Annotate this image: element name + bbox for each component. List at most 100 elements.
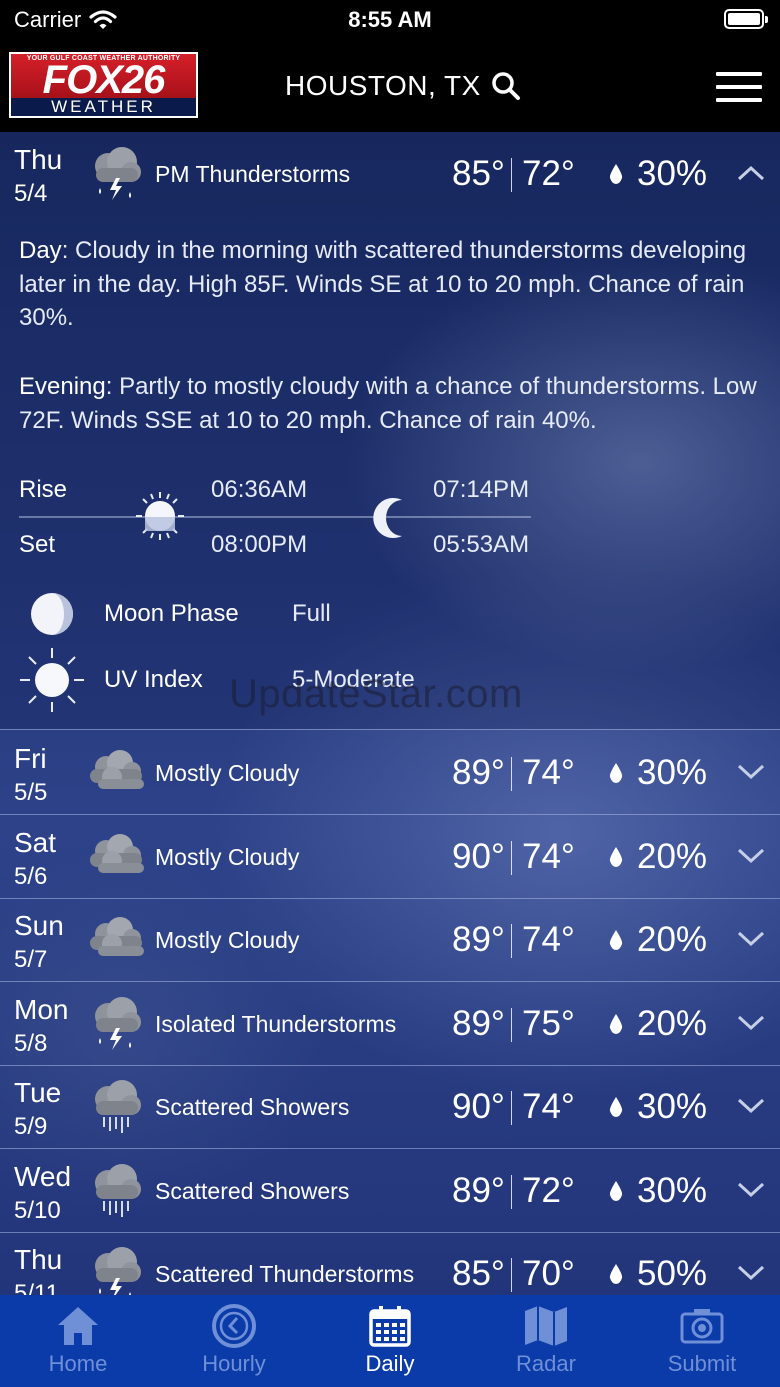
raindrop-icon <box>609 1097 623 1117</box>
evening-description: Evening: Partly to mostly cloudy with a … <box>19 370 759 437</box>
uv-index-label: UV Index <box>104 666 203 693</box>
day-name: Thu <box>14 1244 63 1275</box>
fox26-weather-logo[interactable]: YOUR GULF COAST WEATHER AUTHORITY FOX26 … <box>9 52 198 118</box>
logo-sub-text: WEATHER <box>11 98 196 116</box>
tab-daily[interactable]: Daily <box>312 1295 468 1387</box>
low-temp: 72° <box>522 1170 575 1210</box>
high-temp: 90° <box>452 836 505 876</box>
temp-divider <box>511 757 512 791</box>
precip-chance: 30% <box>637 154 708 193</box>
watermark-text: UpdateStar.com <box>229 672 523 716</box>
high-temp: 89° <box>452 1003 505 1043</box>
thunderstorm-icon <box>95 996 141 1050</box>
chevron-down-icon[interactable] <box>736 1181 766 1199</box>
condition-label: Scattered Showers <box>155 1177 350 1204</box>
rise-label: Rise <box>19 476 68 503</box>
evening-label: Evening <box>19 373 106 400</box>
raindrop-icon <box>609 846 623 867</box>
chevron-down-icon[interactable] <box>736 1014 766 1032</box>
forecast-day-row[interactable]: Mon 5/8 Isolated Thunderstorms 89° 75° 20% <box>0 982 780 1066</box>
chevron-down-icon[interactable] <box>736 1097 766 1115</box>
expanded-day-card[interactable]: Thu 5/4 PM Thunderstorms 85° 72° 30% Day… <box>0 132 780 730</box>
clock-icon <box>212 1304 256 1348</box>
forecast-day-row[interactable]: Wed 5/10 Scattered Showers 89° 72° 30% <box>0 1149 780 1233</box>
battery-icon <box>724 9 768 29</box>
day-description: Day: Cloudy in the morning with scattere… <box>19 234 759 335</box>
calendar-icon <box>369 1306 411 1347</box>
forecast-day-row[interactable]: Sun 5/7 Mostly Cloudy 89° 74° 20% <box>0 898 780 982</box>
location-selector[interactable]: HOUSTON, TX <box>285 70 521 102</box>
precip-chance: 30% <box>637 753 708 792</box>
moon-phase-label: Moon Phase <box>104 600 239 627</box>
hamburger-menu-icon[interactable] <box>716 72 762 102</box>
day-date: 5/6 <box>14 862 48 890</box>
forecast-day-row[interactable]: Tue 5/9 Scattered Showers 90° 74° 30% <box>0 1065 780 1149</box>
map-icon <box>525 1306 567 1346</box>
crescent-moon-icon <box>373 498 402 538</box>
chevron-up-icon[interactable] <box>736 164 766 182</box>
day-row-header[interactable]: Thu 5/4 PM Thunderstorms 85° 72° 30% <box>0 132 780 216</box>
showers-icon <box>95 1163 141 1217</box>
cloudy-icon <box>90 833 144 873</box>
condition-label: PM Thunderstorms <box>155 161 351 187</box>
daily-forecast-list[interactable]: Thu 5/4 PM Thunderstorms 85° 72° 30% Day… <box>0 132 780 1295</box>
sunrise-time: 06:36AM <box>211 476 308 503</box>
tab-radar-label: Radar <box>516 1351 576 1376</box>
thunderstorm-icon <box>95 1247 141 1295</box>
raindrop-icon <box>609 1013 623 1034</box>
forecast-day-row[interactable]: Thu 5/11 Scattered Thunderstorms 85° 70° 50% <box>0 1232 780 1295</box>
day-date: 5/5 <box>14 779 48 806</box>
condition-label: Scattered Showers <box>155 1094 350 1120</box>
cloudy-icon <box>90 750 144 789</box>
chevron-down-icon[interactable] <box>736 1264 766 1282</box>
chevron-down-icon[interactable] <box>736 930 766 948</box>
low-temp: 74° <box>522 836 575 876</box>
app-header: YOUR GULF COAST WEATHER AUTHORITY FOX26 … <box>0 40 780 132</box>
day-name: Mon <box>14 993 69 1025</box>
moon-phase-value: Full <box>292 600 331 627</box>
bottom-tab-bar: Home Hourly Daily Radar Submit <box>0 1295 780 1387</box>
precip-chance: 30% <box>637 1087 708 1126</box>
forecast-day-row[interactable]: Fri 5/5 Mostly Cloudy 89° 74° 30% <box>0 731 780 815</box>
camera-icon <box>680 1309 724 1344</box>
tab-home-label: Home <box>48 1351 108 1376</box>
raindrop-icon <box>609 1264 623 1284</box>
tab-submit[interactable]: Submit <box>624 1295 780 1387</box>
precip-chance: 50% <box>637 1254 708 1293</box>
tab-hourly[interactable]: Hourly <box>156 1295 312 1387</box>
low-temp: 70° <box>522 1254 575 1293</box>
condition-label: Scattered Thunderstorms <box>155 1261 415 1287</box>
temp-divider <box>511 1007 512 1042</box>
temp-divider <box>511 158 512 192</box>
cloudy-icon <box>90 917 144 956</box>
tab-daily-label: Daily <box>365 1351 415 1376</box>
showers-icon <box>95 1080 141 1133</box>
clock-time: 8:55 AM <box>348 7 432 32</box>
day-name: Tue <box>14 1077 62 1108</box>
day-name: Sat <box>14 826 57 858</box>
low-temp: 72° <box>522 154 575 193</box>
full-moon-icon <box>31 593 73 635</box>
day-name: Thu <box>14 144 63 175</box>
raindrop-icon <box>609 763 623 783</box>
condition-label: Isolated Thunderstorms <box>155 1010 397 1037</box>
evening-text: : Partly to mostly cloudy with a chance … <box>19 373 757 434</box>
search-icon[interactable] <box>491 71 521 101</box>
low-temp: 74° <box>522 920 575 959</box>
low-temp: 75° <box>522 1003 575 1043</box>
chevron-down-icon[interactable] <box>736 763 766 781</box>
precip-chance: 20% <box>637 1003 708 1043</box>
temp-divider <box>511 1091 512 1125</box>
tab-hourly-label: Hourly <box>202 1351 266 1376</box>
temp-divider <box>511 924 512 958</box>
thunderstorm-icon <box>95 147 141 200</box>
moonset-time: 05:53AM <box>433 531 530 558</box>
high-temp: 90° <box>452 1087 505 1126</box>
tab-home[interactable]: Home <box>0 1295 156 1387</box>
tab-radar[interactable]: Radar <box>468 1295 624 1387</box>
temp-divider <box>511 1174 512 1209</box>
chevron-down-icon[interactable] <box>736 847 766 865</box>
forecast-day-row[interactable]: Sat 5/6 Mostly Cloudy 90° 74° 20% <box>0 815 780 899</box>
precip-chance: 20% <box>637 920 708 959</box>
home-icon <box>58 1307 98 1345</box>
